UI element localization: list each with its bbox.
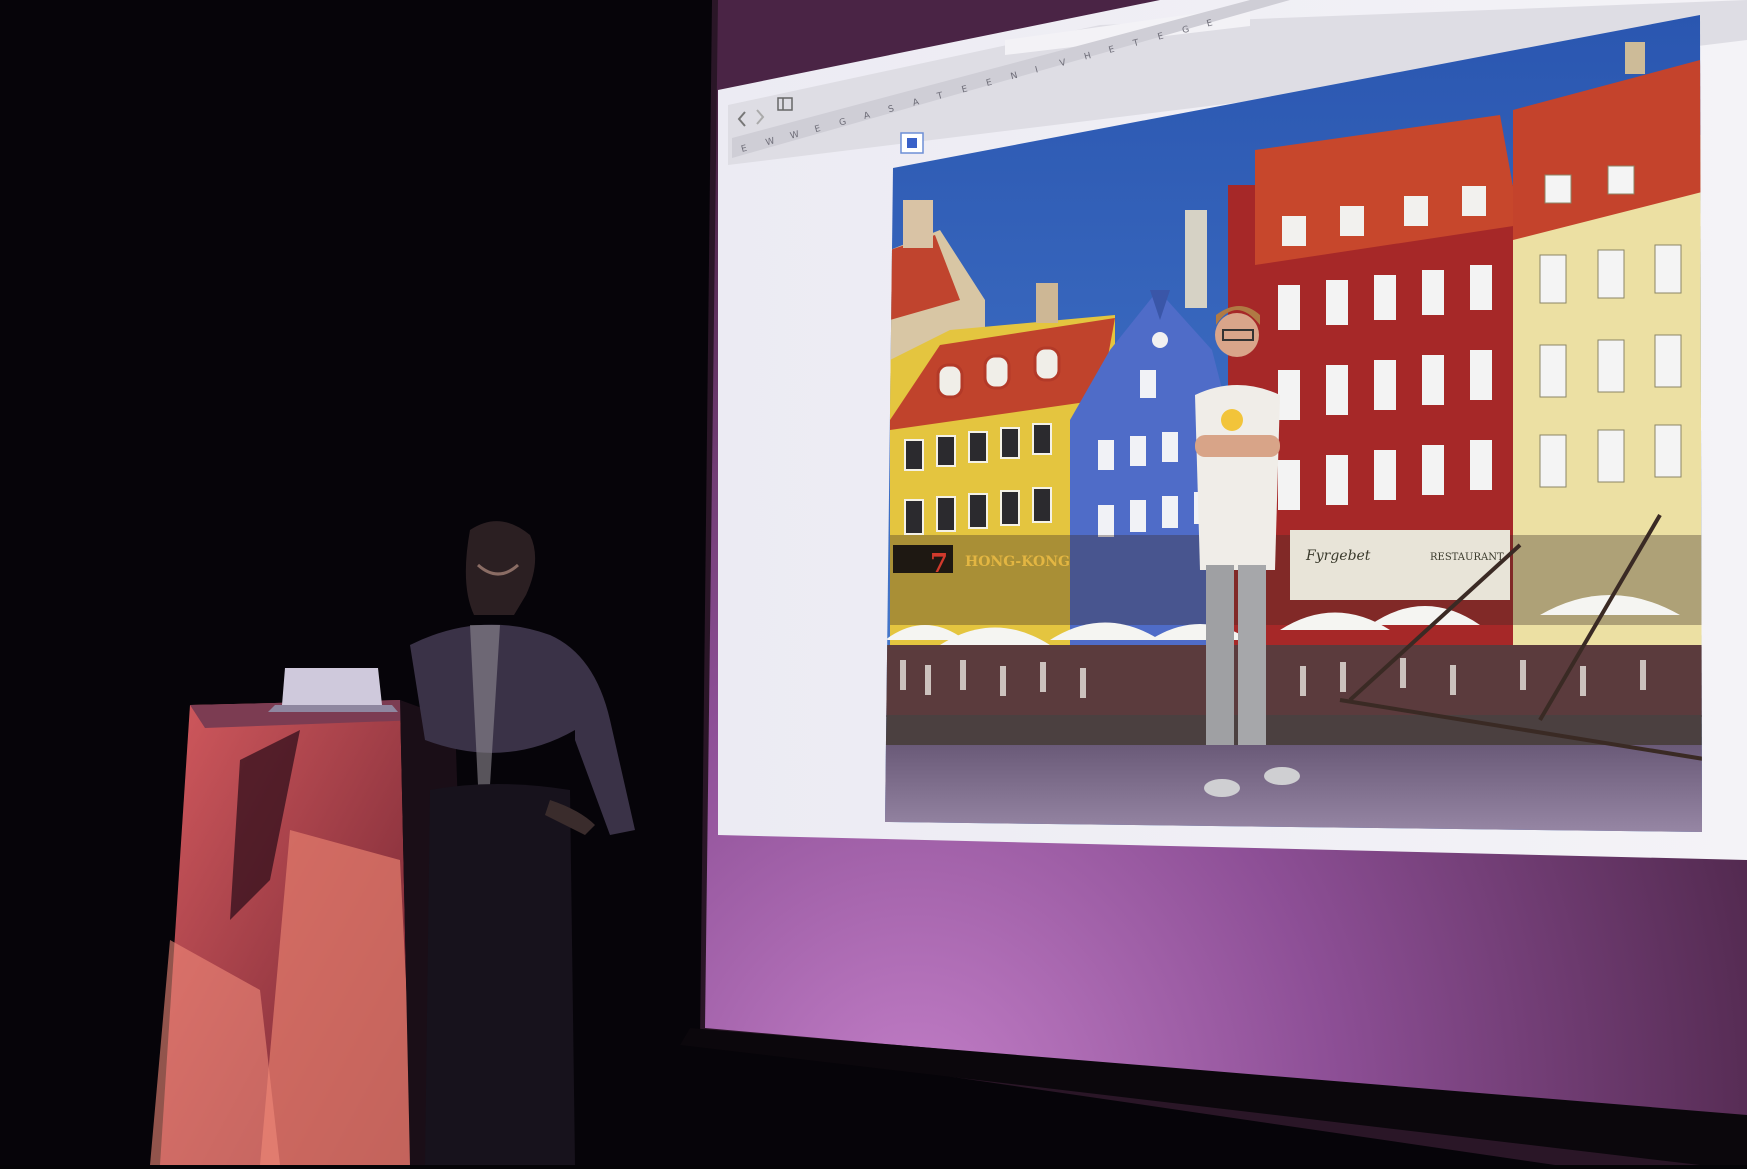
restaurant-sign: RESTAURANT bbox=[1430, 552, 1504, 563]
scene-svg: 7 HONG-KONG Fyrgebet RESTAURANT EWWEGASA… bbox=[0, 0, 1747, 1165]
cafe-sign: Fyrgebet bbox=[1305, 548, 1371, 564]
podium bbox=[150, 700, 470, 1165]
expand-icon[interactable] bbox=[900, 132, 924, 154]
photo-scene: 7 HONG-KONG Fyrgebet RESTAURANT EWWEGASA… bbox=[0, 0, 1747, 1165]
laptop bbox=[268, 668, 398, 712]
shop-number: 7 bbox=[930, 549, 948, 579]
hong-kong-sign: HONG-KONG bbox=[965, 554, 1070, 570]
